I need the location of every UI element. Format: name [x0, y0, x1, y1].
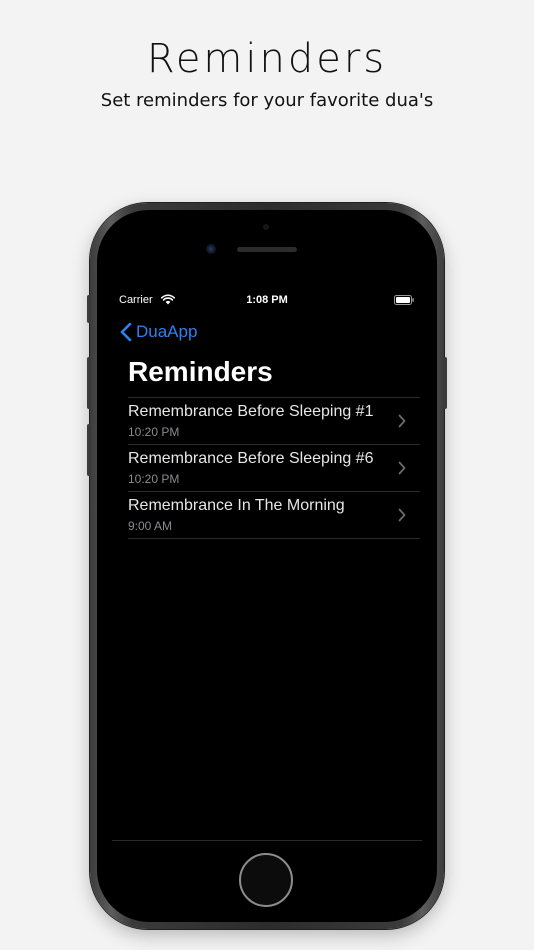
- home-button[interactable]: [239, 853, 293, 907]
- status-time: 1:08 PM: [246, 294, 288, 306]
- volume-down-button: [87, 424, 91, 476]
- promo-title: Reminders: [146, 36, 388, 82]
- earpiece-speaker: [237, 247, 297, 252]
- chevron-right-icon: [398, 508, 406, 522]
- reminder-title: Remembrance Before Sleeping #6: [128, 450, 374, 467]
- mute-switch: [87, 295, 91, 323]
- reminder-row[interactable]: Remembrance Before Sleeping #6 10:20 PM: [128, 445, 420, 492]
- status-bar: Carrier 1:08 PM: [110, 292, 424, 310]
- proximity-sensor: [263, 224, 269, 230]
- power-button: [443, 357, 447, 409]
- back-button[interactable]: DuaApp: [120, 320, 197, 344]
- reminder-list: Remembrance Before Sleeping #1 10:20 PM …: [128, 397, 420, 539]
- screen-bottom-edge: [112, 840, 422, 841]
- battery-icon: [394, 295, 414, 305]
- reminder-row[interactable]: Remembrance In The Morning 9:00 AM: [128, 492, 420, 539]
- chevron-right-icon: [398, 414, 406, 428]
- page-title: Reminders: [128, 356, 273, 387]
- phone-screen: Carrier 1:08 PM DuaApp Reminders Remembr…: [110, 282, 424, 839]
- reminder-title: Remembrance Before Sleeping #1: [128, 403, 374, 420]
- back-button-label: DuaApp: [136, 322, 198, 341]
- reminder-time: 10:20 PM: [128, 472, 180, 486]
- promo-subtitle: Set reminders for your favorite dua's: [100, 90, 434, 111]
- reminder-time: 9:00 AM: [128, 519, 173, 533]
- reminder-row[interactable]: Remembrance Before Sleeping #1 10:20 PM: [128, 398, 420, 445]
- front-camera-icon: [206, 244, 216, 254]
- volume-up-button: [87, 357, 91, 409]
- reminder-title: Remembrance In The Morning: [128, 497, 345, 514]
- chevron-left-icon: [120, 322, 132, 342]
- reminder-time: 10:20 PM: [128, 425, 180, 439]
- chevron-right-icon: [398, 461, 406, 475]
